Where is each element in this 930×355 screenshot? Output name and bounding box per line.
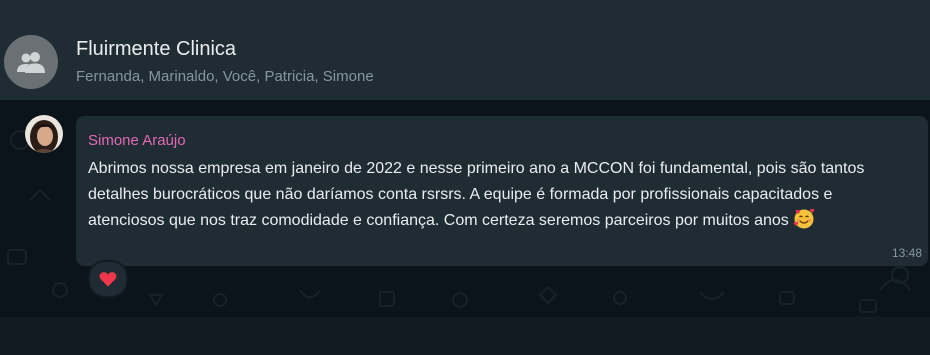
sender-avatar[interactable] <box>25 115 63 153</box>
group-avatar[interactable] <box>4 35 58 89</box>
chat-area: Simone Araújo Abrimos nossa empresa em j… <box>0 100 930 317</box>
heart-icon <box>99 272 117 287</box>
group-members[interactable]: Fernanda, Marinaldo, Você, Patricia, Sim… <box>76 68 374 85</box>
message-time: 13:48 <box>891 246 922 260</box>
smiling-face-with-hearts-icon <box>793 208 815 229</box>
message-text-container: Abrimos nossa empresa em janeiro de 2022… <box>88 156 906 234</box>
group-icon <box>17 52 45 73</box>
message-text: Abrimos nossa empresa em janeiro de 2022… <box>88 160 865 229</box>
group-title[interactable]: Fluirmente Clinica <box>76 38 236 61</box>
reaction-badge[interactable] <box>88 260 128 298</box>
footer-strip <box>0 317 930 355</box>
sender-name[interactable]: Simone Araújo <box>88 132 186 149</box>
message-bubble[interactable]: Simone Araújo Abrimos nossa empresa em j… <box>76 116 928 266</box>
chat-header[interactable]: Fluirmente Clinica Fernanda, Marinaldo, … <box>0 0 930 100</box>
avatar-photo <box>25 115 63 153</box>
